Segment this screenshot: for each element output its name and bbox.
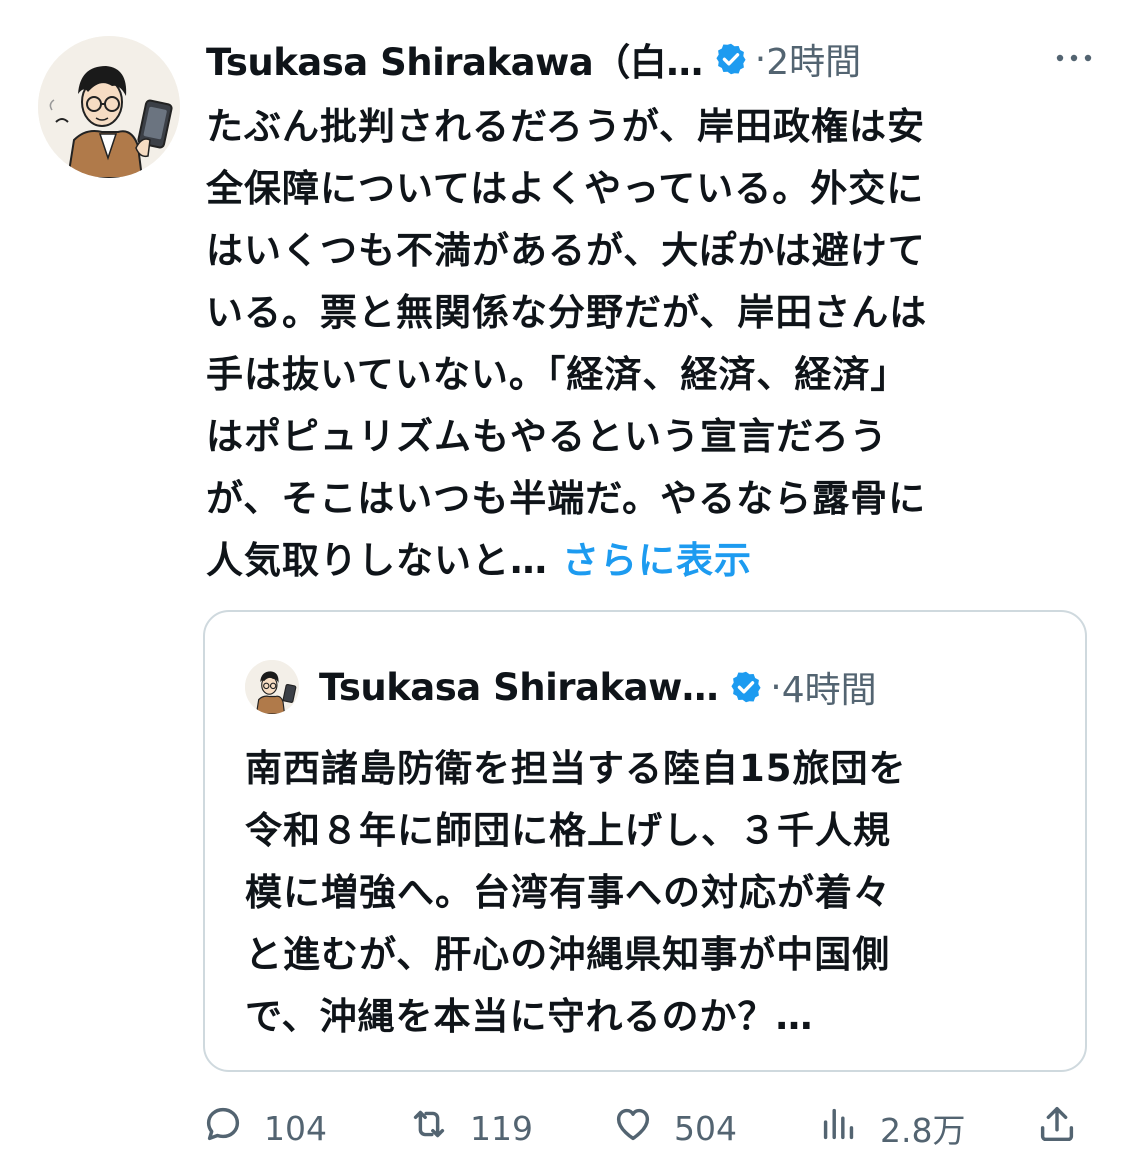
quoted-text-line: 南西諸島防衛を担当する陸自15旅団を	[245, 747, 907, 790]
author-avatar[interactable]	[38, 36, 180, 178]
share-icon	[1034, 1101, 1080, 1155]
quoted-author-avatar[interactable]	[245, 660, 299, 714]
quoted-tweet-text: 南西諸島防衛を担当する陸自15旅団を 令和８年に師団に格上げし、３千人規 模に増…	[245, 738, 1065, 1048]
share-button[interactable]	[1034, 1098, 1080, 1158]
views-button[interactable]: 2.8万	[816, 1098, 965, 1158]
separator-dot: ·	[754, 38, 767, 80]
tweet-text-truncated: 人気取りしないと…	[206, 539, 548, 582]
quoted-tweet-header: Tsukasa Shirakaw… · 4時間	[245, 660, 1045, 714]
reply-button[interactable]: 104	[200, 1098, 327, 1158]
quoted-text-line: 模に増強へ。台湾有事への対応が着々	[245, 871, 891, 914]
tweet-text-line: が、そこはいつも半端だ。やるなら露骨に	[206, 477, 927, 520]
tweet-text-line: はポピュリズムもやるという宣言だろう	[206, 415, 888, 458]
views-count: 2.8万	[880, 1111, 966, 1150]
tweet-action-bar: 104 119 504 2.8万	[200, 1098, 1090, 1158]
quoted-author-name[interactable]: Tsukasa Shirakaw…	[319, 666, 718, 709]
tweet-text-line: いる。票と無関係な分野だが、岸田さんは	[206, 291, 928, 334]
verified-badge-icon	[713, 41, 749, 77]
quoted-tweet-timestamp[interactable]: 4時間	[782, 661, 877, 713]
more-icon[interactable]	[1052, 44, 1096, 72]
quoted-text-line: と進むが、肝心の沖縄県知事が中国側	[245, 933, 891, 976]
retweet-count: 119	[470, 1108, 533, 1148]
show-more-link[interactable]: さらに表示	[562, 539, 752, 582]
retweet-button[interactable]: 119	[406, 1098, 533, 1158]
separator-dot: ·	[770, 666, 782, 708]
tweet-text-line: はいくつも不満があるが、大ぽかは避けて	[206, 229, 926, 272]
tweet-text: たぶん批判されるだろうが、岸田政権は安 全保障についてはよくやっている。外交に …	[206, 96, 1086, 592]
quoted-tweet-card[interactable]: Tsukasa Shirakaw… · 4時間 南西諸島防衛を担当する陸自15旅…	[203, 610, 1087, 1072]
tweet-text-line: たぶん批判されるだろうが、岸田政権は安	[206, 105, 926, 148]
reply-icon	[200, 1101, 246, 1155]
tweet-text-line: 全保障についてはよくやっている。外交に	[206, 167, 925, 210]
like-count: 504	[674, 1108, 737, 1148]
quoted-text-line: で、沖縄を本当に守れるのか？…	[245, 995, 814, 1038]
like-icon	[610, 1101, 656, 1155]
verified-badge-icon	[728, 669, 764, 705]
author-name[interactable]: Tsukasa Shirakawa（白…	[206, 32, 703, 86]
views-icon	[816, 1101, 862, 1155]
quoted-text-line: 令和８年に師団に格上げし、３千人規	[245, 809, 891, 852]
tweet-header: Tsukasa Shirakawa（白… · 2時間	[206, 30, 1096, 88]
reply-count: 104	[264, 1108, 327, 1148]
tweet-text-line: 手は抜いていない。「経済、経済、経済」	[206, 353, 909, 396]
tweet-timestamp[interactable]: 2時間	[766, 33, 861, 85]
retweet-icon	[406, 1101, 452, 1155]
like-button[interactable]: 504	[610, 1098, 737, 1158]
tweet-text-last-line: 人気取りしないと… さらに表示	[206, 530, 1086, 592]
